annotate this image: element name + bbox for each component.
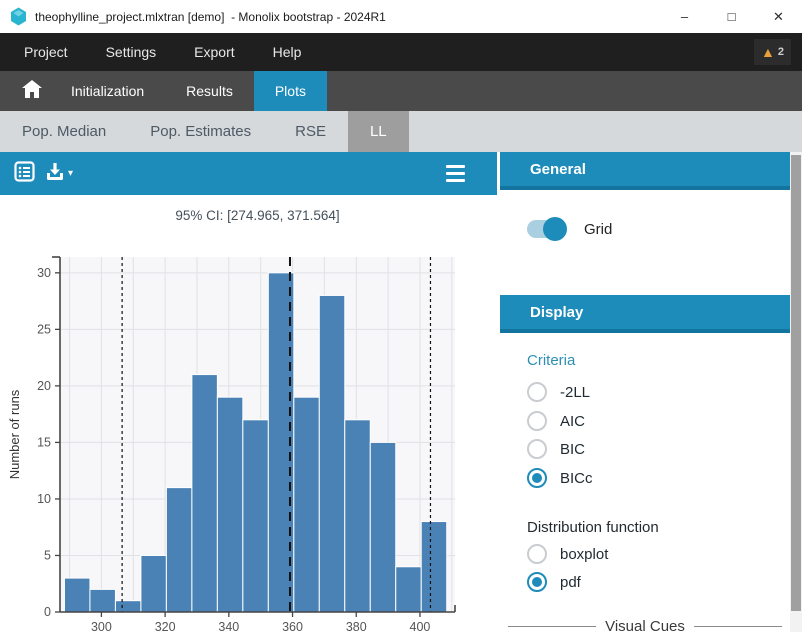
title-bar: theophylline_project.mlxtran [demo] - Mo… <box>0 0 802 33</box>
menu-export[interactable]: Export <box>175 33 253 71</box>
plot-tab-bar: Pop. Median Pop. Estimates RSE LL <box>0 111 802 152</box>
criteria-group-label: Criteria <box>527 352 575 369</box>
radio-aic[interactable] <box>527 411 547 431</box>
menu-project[interactable]: Project <box>24 33 87 71</box>
radio-boxplot-label: boxplot <box>560 546 608 563</box>
svg-text:360: 360 <box>282 620 303 632</box>
radio-pdf[interactable] <box>527 572 547 592</box>
maximize-button[interactable]: □ <box>708 0 755 33</box>
radio-bic-label: BIC <box>560 441 585 458</box>
subtab-pop-median[interactable]: Pop. Median <box>0 111 128 152</box>
radio-aic-label: AIC <box>560 413 585 430</box>
radio-row-2ll[interactable]: -2LL <box>527 382 590 402</box>
radio-row-bic[interactable]: BIC <box>527 439 585 459</box>
radio-row-pdf[interactable]: pdf <box>527 572 581 592</box>
radio-row-bicc[interactable]: BICc <box>527 468 593 488</box>
svg-text:380: 380 <box>346 620 367 632</box>
subtab-ll[interactable]: LL <box>348 111 409 152</box>
svg-text:15: 15 <box>37 435 51 449</box>
divider-line <box>508 626 596 627</box>
radio-2ll[interactable] <box>527 382 547 402</box>
export-download-icon <box>45 162 65 186</box>
hamburger-menu-icon <box>446 165 465 168</box>
svg-text:0: 0 <box>44 605 51 619</box>
app-logo-icon <box>10 7 27 26</box>
grid-toggle-row: Grid <box>527 220 612 238</box>
svg-text:340: 340 <box>218 620 239 632</box>
distribution-group-label: Distribution function <box>527 519 659 536</box>
radio-boxplot[interactable] <box>527 544 547 564</box>
scrollbar-thumb[interactable] <box>791 155 801 611</box>
home-icon <box>22 80 42 103</box>
menu-bar: Project Settings Export Help ▲ 2 <box>0 33 802 71</box>
warning-triangle-icon: ▲ <box>761 45 775 59</box>
radio-2ll-label: -2LL <box>560 384 590 401</box>
svg-text:20: 20 <box>37 379 51 393</box>
radio-bicc[interactable] <box>527 468 547 488</box>
warning-count: 2 <box>778 46 784 58</box>
radio-bic[interactable] <box>527 439 547 459</box>
display-title: Display <box>530 304 583 321</box>
radio-bicc-label: BICc <box>560 470 593 487</box>
section-header-general[interactable]: General <box>500 152 790 190</box>
window-title: theophylline_project.mlxtran [demo] - Mo… <box>35 10 386 24</box>
close-button[interactable]: ✕ <box>755 0 802 33</box>
menu-settings[interactable]: Settings <box>87 33 176 71</box>
legend-button[interactable] <box>14 161 35 187</box>
ll-histogram[interactable]: 300 320 340 360 380 400 0 5 10 15 20 25 30 Number of … <box>0 195 497 632</box>
radio-pdf-label: pdf <box>560 574 581 591</box>
radio-row-boxplot[interactable]: boxplot <box>527 544 608 564</box>
plot-settings-button[interactable] <box>446 165 465 182</box>
divider-line <box>694 626 782 627</box>
tab-results[interactable]: Results <box>165 71 254 111</box>
subtab-rse[interactable]: RSE <box>273 111 348 152</box>
svg-text:30: 30 <box>37 266 51 280</box>
warnings-badge[interactable]: ▲ 2 <box>754 39 791 65</box>
grid-toggle-knob <box>543 217 567 241</box>
tab-initialization[interactable]: Initialization <box>50 71 165 111</box>
general-title: General <box>530 161 586 178</box>
window-controls: – □ ✕ <box>661 0 802 33</box>
svg-text:5: 5 <box>44 548 51 562</box>
minimize-button[interactable]: – <box>661 0 708 33</box>
radio-row-aic[interactable]: AIC <box>527 411 585 431</box>
tab-plots[interactable]: Plots <box>254 71 327 111</box>
subtab-pop-estimates[interactable]: Pop. Estimates <box>128 111 273 152</box>
svg-text:25: 25 <box>37 322 51 336</box>
plot-toolbar: ▾ <box>0 152 497 195</box>
menu-help[interactable]: Help <box>254 33 321 71</box>
legend-list-icon <box>14 161 35 187</box>
export-plot-button[interactable]: ▾ <box>45 162 73 186</box>
svg-text:400: 400 <box>410 620 431 632</box>
visual-cues-label: Visual Cues <box>605 618 685 635</box>
ll-histogram-panel: 95% CI: [274.965, 371.564] 3003203403603… <box>0 195 497 632</box>
caret-down-icon: ▾ <box>68 168 73 179</box>
panel-scrollbar[interactable] <box>790 152 802 632</box>
svg-text:300: 300 <box>91 620 112 632</box>
grid-toggle-label: Grid <box>584 221 612 238</box>
home-button[interactable] <box>14 71 50 111</box>
svg-text:Number of runs: Number of runs <box>7 389 22 479</box>
main-tab-bar: Initialization Results Plots <box>0 71 802 111</box>
svg-text:320: 320 <box>155 620 176 632</box>
svg-text:10: 10 <box>37 492 51 506</box>
visual-cues-section-header[interactable]: Visual Cues <box>500 618 790 635</box>
grid-toggle[interactable] <box>527 220 564 238</box>
settings-panel: General Grid Display Criteria -2LL AIC B… <box>497 152 790 632</box>
section-header-display[interactable]: Display <box>500 295 790 333</box>
